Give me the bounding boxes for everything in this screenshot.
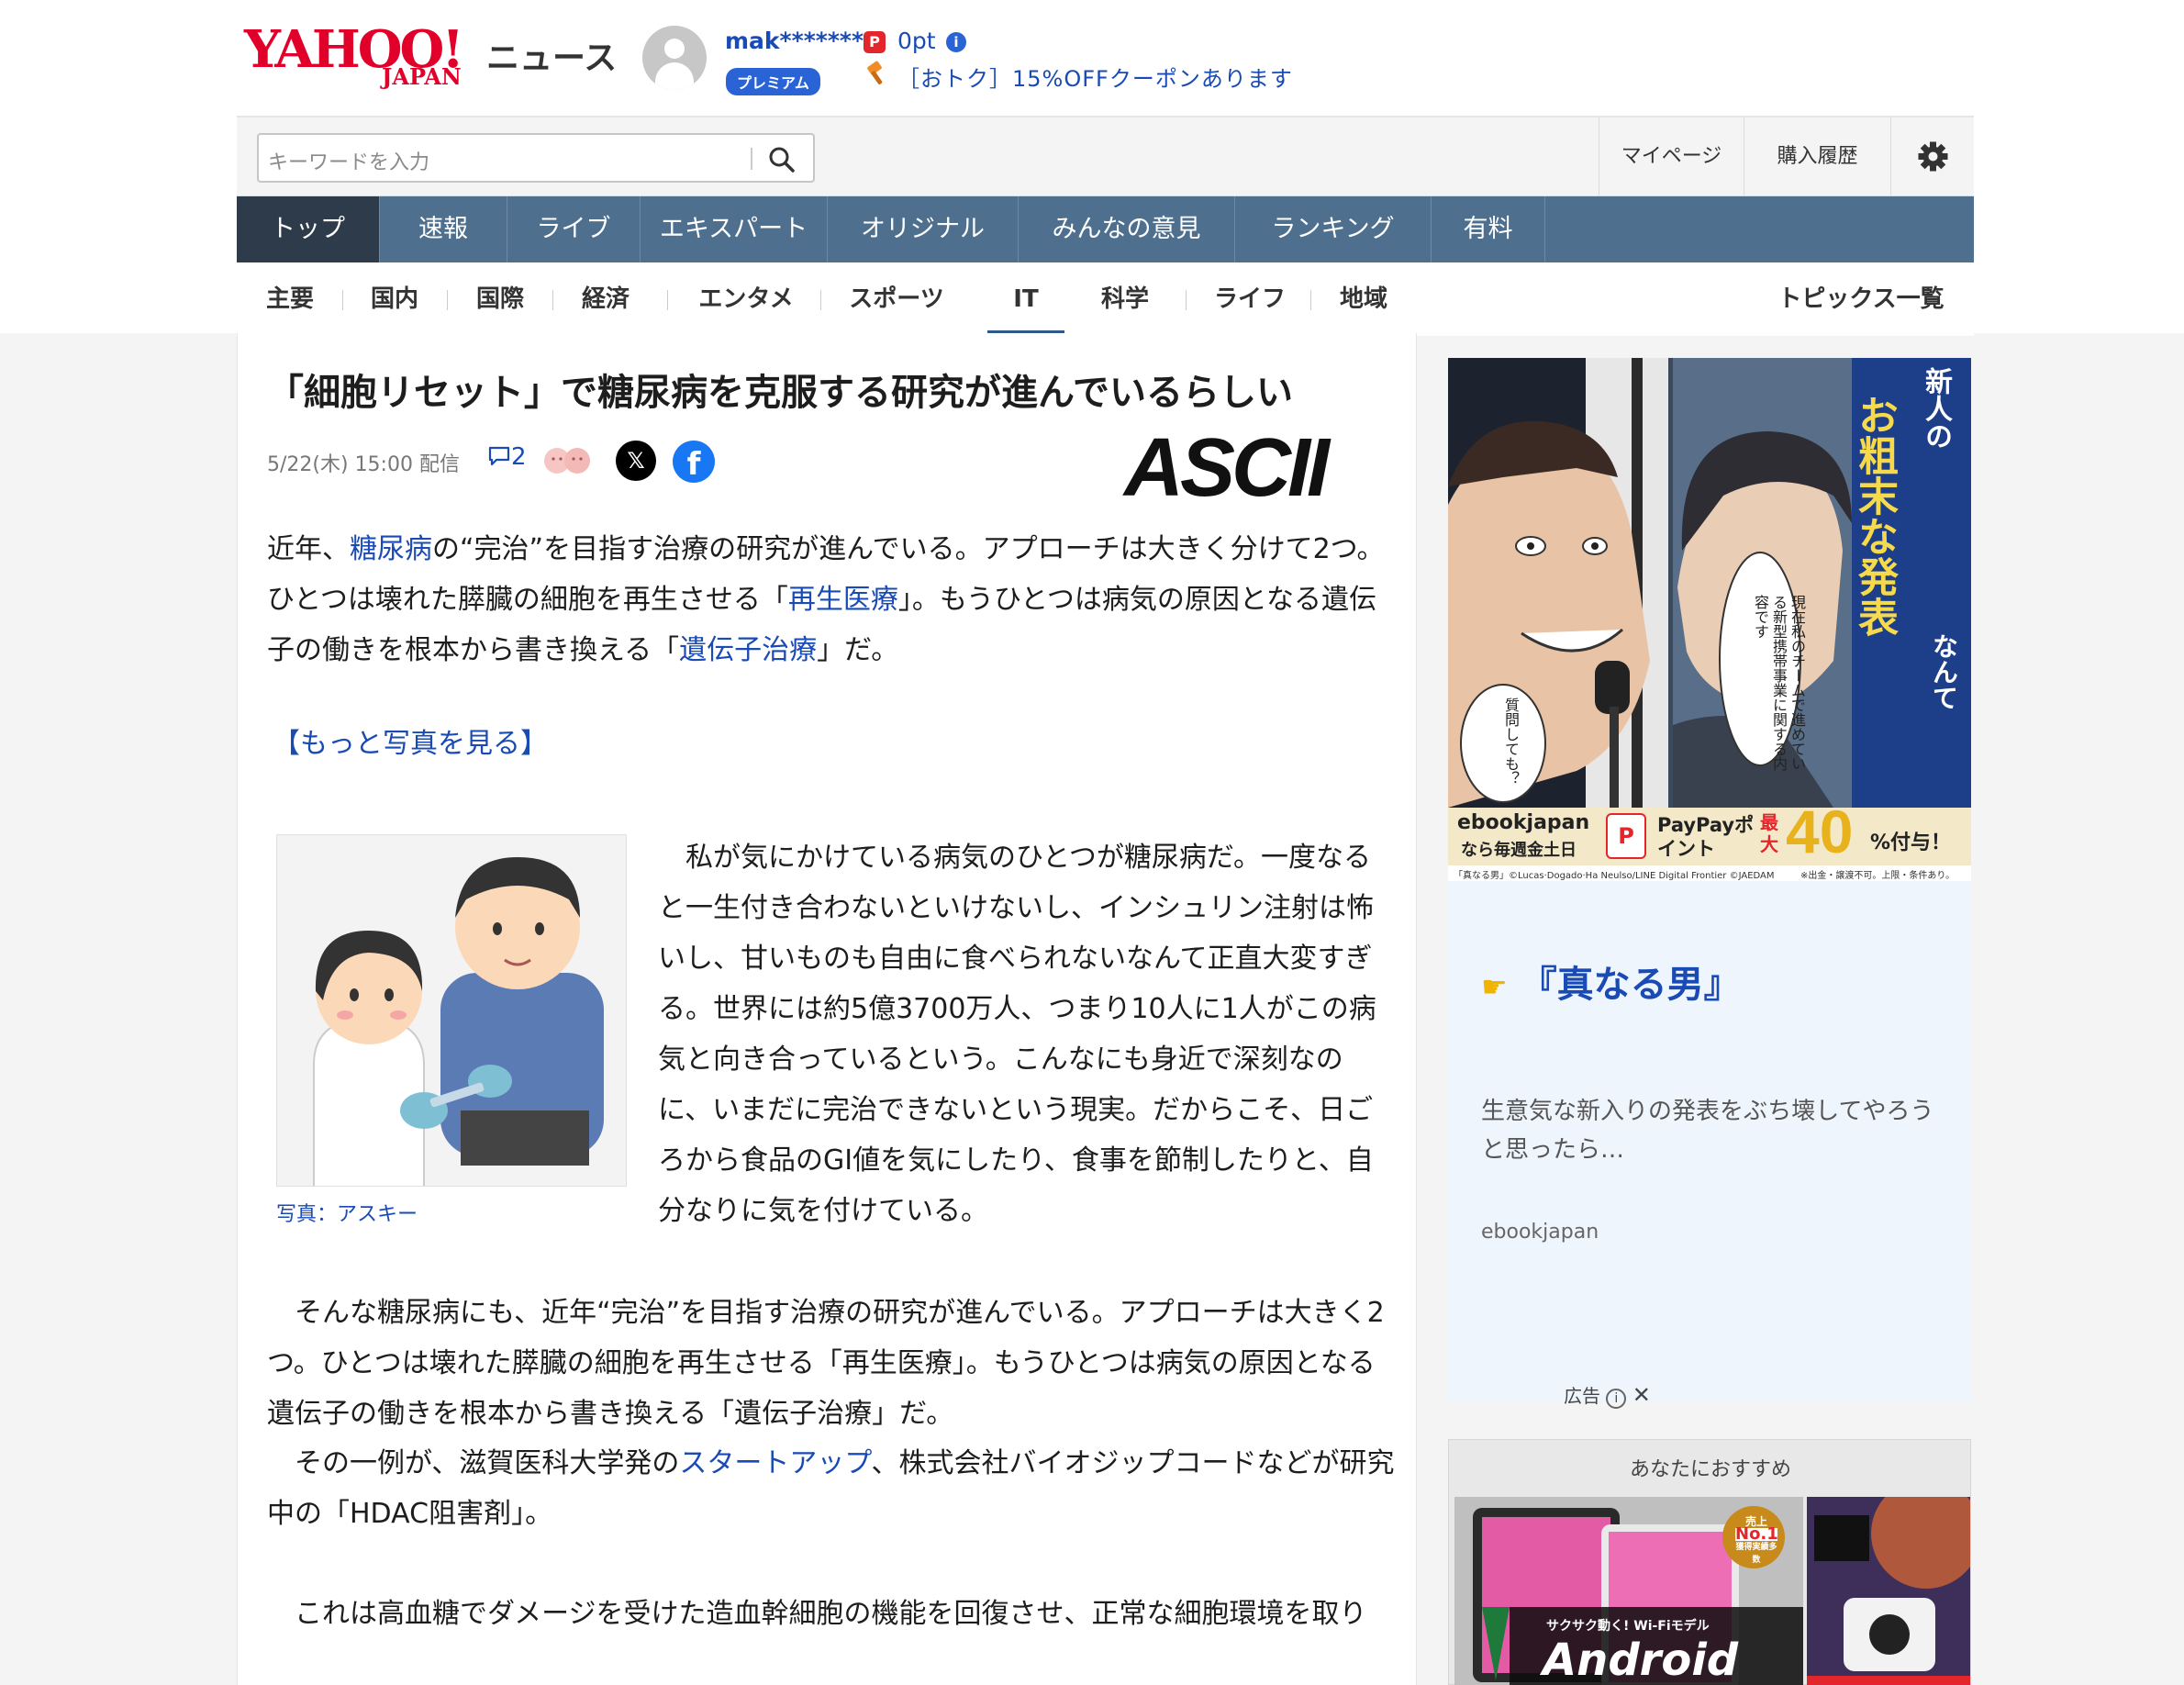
- subnav-item-world[interactable]: 国際: [465, 262, 535, 336]
- ad-bubble-2: 質問しても？: [1502, 697, 1520, 786]
- recommend-item-tablet[interactable]: サクサク動く! Wi-Fiモデル Android 15 売上 No.1 獲得実績…: [1454, 1497, 1803, 1685]
- subnav-item-domestic[interactable]: 国内: [360, 262, 429, 336]
- ad-banner-give: %付与！: [1870, 831, 1952, 854]
- ad-banner-percent: 40: [1786, 798, 1854, 865]
- source-logo-ascii[interactable]: ASCII: [1124, 427, 1330, 509]
- ad-banner-brand: ebookjapan: [1457, 811, 1590, 834]
- ad-banner-days: なら毎週金土日: [1461, 841, 1577, 860]
- subnav-item-main[interactable]: 主要: [255, 262, 325, 336]
- more-photos-link[interactable]: 【もっと写真を見る】: [273, 720, 548, 761]
- points-value[interactable]: 0pt: [897, 28, 936, 54]
- ad-banner-max: 最大: [1760, 811, 1778, 855]
- nav-item-paid[interactable]: 有料: [1432, 196, 1545, 262]
- page-wrapper: YAHOO! JAPAN ニュース mak******** プレミアム P 0p…: [237, 0, 1974, 336]
- close-icon[interactable]: ✕: [1632, 1382, 1651, 1408]
- article-paragraph-3: その一例が、滋賀医科大学発のスタートアップ、株式会社バイオジップコードなどが研究…: [267, 1447, 1395, 1530]
- comment-count: 2: [511, 443, 527, 471]
- nav-item-top[interactable]: トップ: [237, 196, 380, 262]
- link-regenerative-medicine[interactable]: 再生医療: [788, 584, 898, 616]
- search-bar-row: キーワードを入力 マイページ 購入履歴: [237, 117, 1974, 196]
- article-paragraph-2: そんな糖尿病にも、近年“完治”を目指す治療の研究が進んでいる。アプローチは大きく…: [267, 1297, 1385, 1430]
- ad-source: ebookjapan: [1481, 1221, 1599, 1244]
- ad-banner-pay: PayPayポイント: [1657, 814, 1755, 860]
- paypay-icon: P: [1606, 813, 1646, 859]
- projector-product-image: [1807, 1497, 1970, 1685]
- search-icon[interactable]: [766, 144, 797, 175]
- comment-icon: [488, 446, 510, 466]
- ad-banner-copyright: 「真なる男」©Lucas·Dogado·Ha Neulso/LINE Digit…: [1454, 871, 1775, 881]
- ad-banner-image[interactable]: 新人の お粗末な発表 なんて 現在私のチームで進めている新型携帯事業に関する内容…: [1448, 358, 1971, 881]
- nav-item-live[interactable]: ライブ: [507, 196, 641, 262]
- article-photo[interactable]: [276, 834, 627, 1187]
- subnav-item-science[interactable]: 科学: [1090, 262, 1160, 336]
- nav-item-expert[interactable]: エキスパート: [641, 196, 828, 262]
- subnav-item-sports[interactable]: スポーツ: [837, 262, 956, 336]
- facebook-share-icon[interactable]: f: [673, 441, 715, 483]
- logo-japan-text: JAPAN: [382, 63, 462, 90]
- link-diabetes[interactable]: 糖尿病: [350, 533, 432, 565]
- article-body: 「細胞リセット」で糖尿病を克服する研究が進んでいるらしい 5/22(木) 15:…: [237, 333, 1417, 1685]
- ad-title-link[interactable]: ☛ 『真なる男』: [1481, 954, 1741, 1008]
- pointing-hand-icon: ☛: [1481, 969, 1508, 1004]
- info-icon[interactable]: i: [946, 32, 966, 52]
- paypay-points-icon: P: [864, 31, 886, 53]
- mypage-link[interactable]: マイページ: [1599, 117, 1744, 195]
- nav-item-original[interactable]: オリジナル: [828, 196, 1019, 262]
- ad-label[interactable]: 広告 i ✕: [1564, 1381, 1651, 1409]
- article-paragraph-1: 私が気にかけている病気のひとつが糖尿病だ。一度なると一生付き合わないといけないし…: [658, 842, 1376, 1227]
- username[interactable]: mak********: [725, 28, 875, 54]
- subnav-item-entertainment[interactable]: エンタメ: [686, 262, 806, 336]
- nav-item-ranking[interactable]: ランキング: [1235, 196, 1432, 262]
- article-date: 5/22(木) 15:00 配信: [267, 453, 460, 476]
- comment-count-link[interactable]: 2: [487, 443, 527, 471]
- recommend-product-text-1: サクサク動く! Wi-Fiモデル: [1546, 1619, 1710, 1634]
- gear-icon: [1918, 141, 1948, 172]
- yahoo-japan-logo[interactable]: YAHOO! JAPAN: [244, 24, 483, 88]
- link-gene-therapy[interactable]: 遺伝子治療: [679, 634, 817, 666]
- x-share-icon[interactable]: 𝕏: [616, 441, 656, 481]
- premium-badge: プレミアム: [726, 68, 820, 95]
- recommend-box: あなたにおすすめ サクサク動く! Wi-Fiモデル Android 15 売上 …: [1448, 1439, 1971, 1685]
- recommend-title: あなたにおすすめ: [1629, 1458, 1791, 1481]
- search-placeholder: キーワードを入力: [268, 151, 430, 174]
- recommend-product-text-2: Android 15: [1543, 1635, 1739, 1685]
- purchase-history-link[interactable]: 購入履歴: [1744, 117, 1890, 195]
- coupon-link[interactable]: ［おトク］15%OFFクーポンあります: [897, 61, 1293, 93]
- reaction-faces-icon[interactable]: [540, 445, 596, 476]
- ad-banner-title-tail: なんて: [1929, 633, 1959, 710]
- nav-item-flash[interactable]: 速報: [380, 196, 507, 262]
- photo-caption: 写真：アスキー: [276, 1203, 418, 1226]
- ad-box[interactable]: 新人の お粗末な発表 なんて 現在私のチームで進めている新型携帯事業に関する内容…: [1448, 358, 1971, 1402]
- topics-list-link[interactable]: トピックス一覧: [1769, 262, 1953, 336]
- injection-illustration: [277, 835, 626, 1186]
- ad-banner-note: ※出金・譲渡不可。上限・条件あり。: [1800, 871, 1956, 881]
- article-lead: 近年、糖尿病の“完治”を目指す治療の研究が進んでいる。アプローチは大きく分けて2…: [267, 533, 1385, 666]
- subnav-item-economy[interactable]: 経済: [571, 262, 641, 336]
- coupon-hammer-icon: [867, 61, 883, 84]
- search-input[interactable]: キーワードを入力: [257, 133, 815, 183]
- site-header: YAHOO! JAPAN ニュース mak******** プレミアム P 0p…: [237, 0, 1974, 117]
- subnav-item-it[interactable]: IT: [987, 262, 1064, 336]
- nav-item-opinion[interactable]: みんなの意見: [1019, 196, 1235, 262]
- ad-banner-title-main: お粗末な発表: [1851, 395, 1898, 637]
- article-paragraph-4: これは高血糖でダメージを受けた造血幹細胞の機能を回復させ、正常な細胞環境を取り: [267, 1598, 1367, 1630]
- subnav-item-region[interactable]: 地域: [1329, 262, 1398, 336]
- ad-choices-icon[interactable]: i: [1606, 1389, 1627, 1409]
- link-startup[interactable]: スタートアップ: [679, 1447, 871, 1479]
- subnav-item-life[interactable]: ライフ: [1204, 262, 1296, 336]
- category-nav: 主要 国内 国際 経済 エンタメ スポーツ IT 科学 ライフ 地域 トピックス…: [237, 262, 1974, 336]
- avatar[interactable]: [642, 26, 707, 90]
- logo-news-text[interactable]: ニュース: [486, 31, 617, 79]
- settings-button[interactable]: [1890, 117, 1974, 195]
- ad-description: 生意気な新入りの発表をぶち壊してやろうと思ったら…: [1481, 1098, 1934, 1164]
- recommend-sales-badge: 売上 No.1 獲得実績多数: [1735, 1515, 1778, 1565]
- ad-bubble-1: 現在私のチームで進めている新型携帯事業に関する内容です: [1752, 595, 1806, 771]
- main-nav: トップ 速報 ライブ エキスパート オリジナル みんなの意見 ランキング 有料: [237, 196, 1974, 262]
- article-title: 「細胞リセット」で糖尿病を克服する研究が進んでいるらしい: [267, 372, 1293, 414]
- recommend-item-projector[interactable]: [1807, 1497, 1970, 1685]
